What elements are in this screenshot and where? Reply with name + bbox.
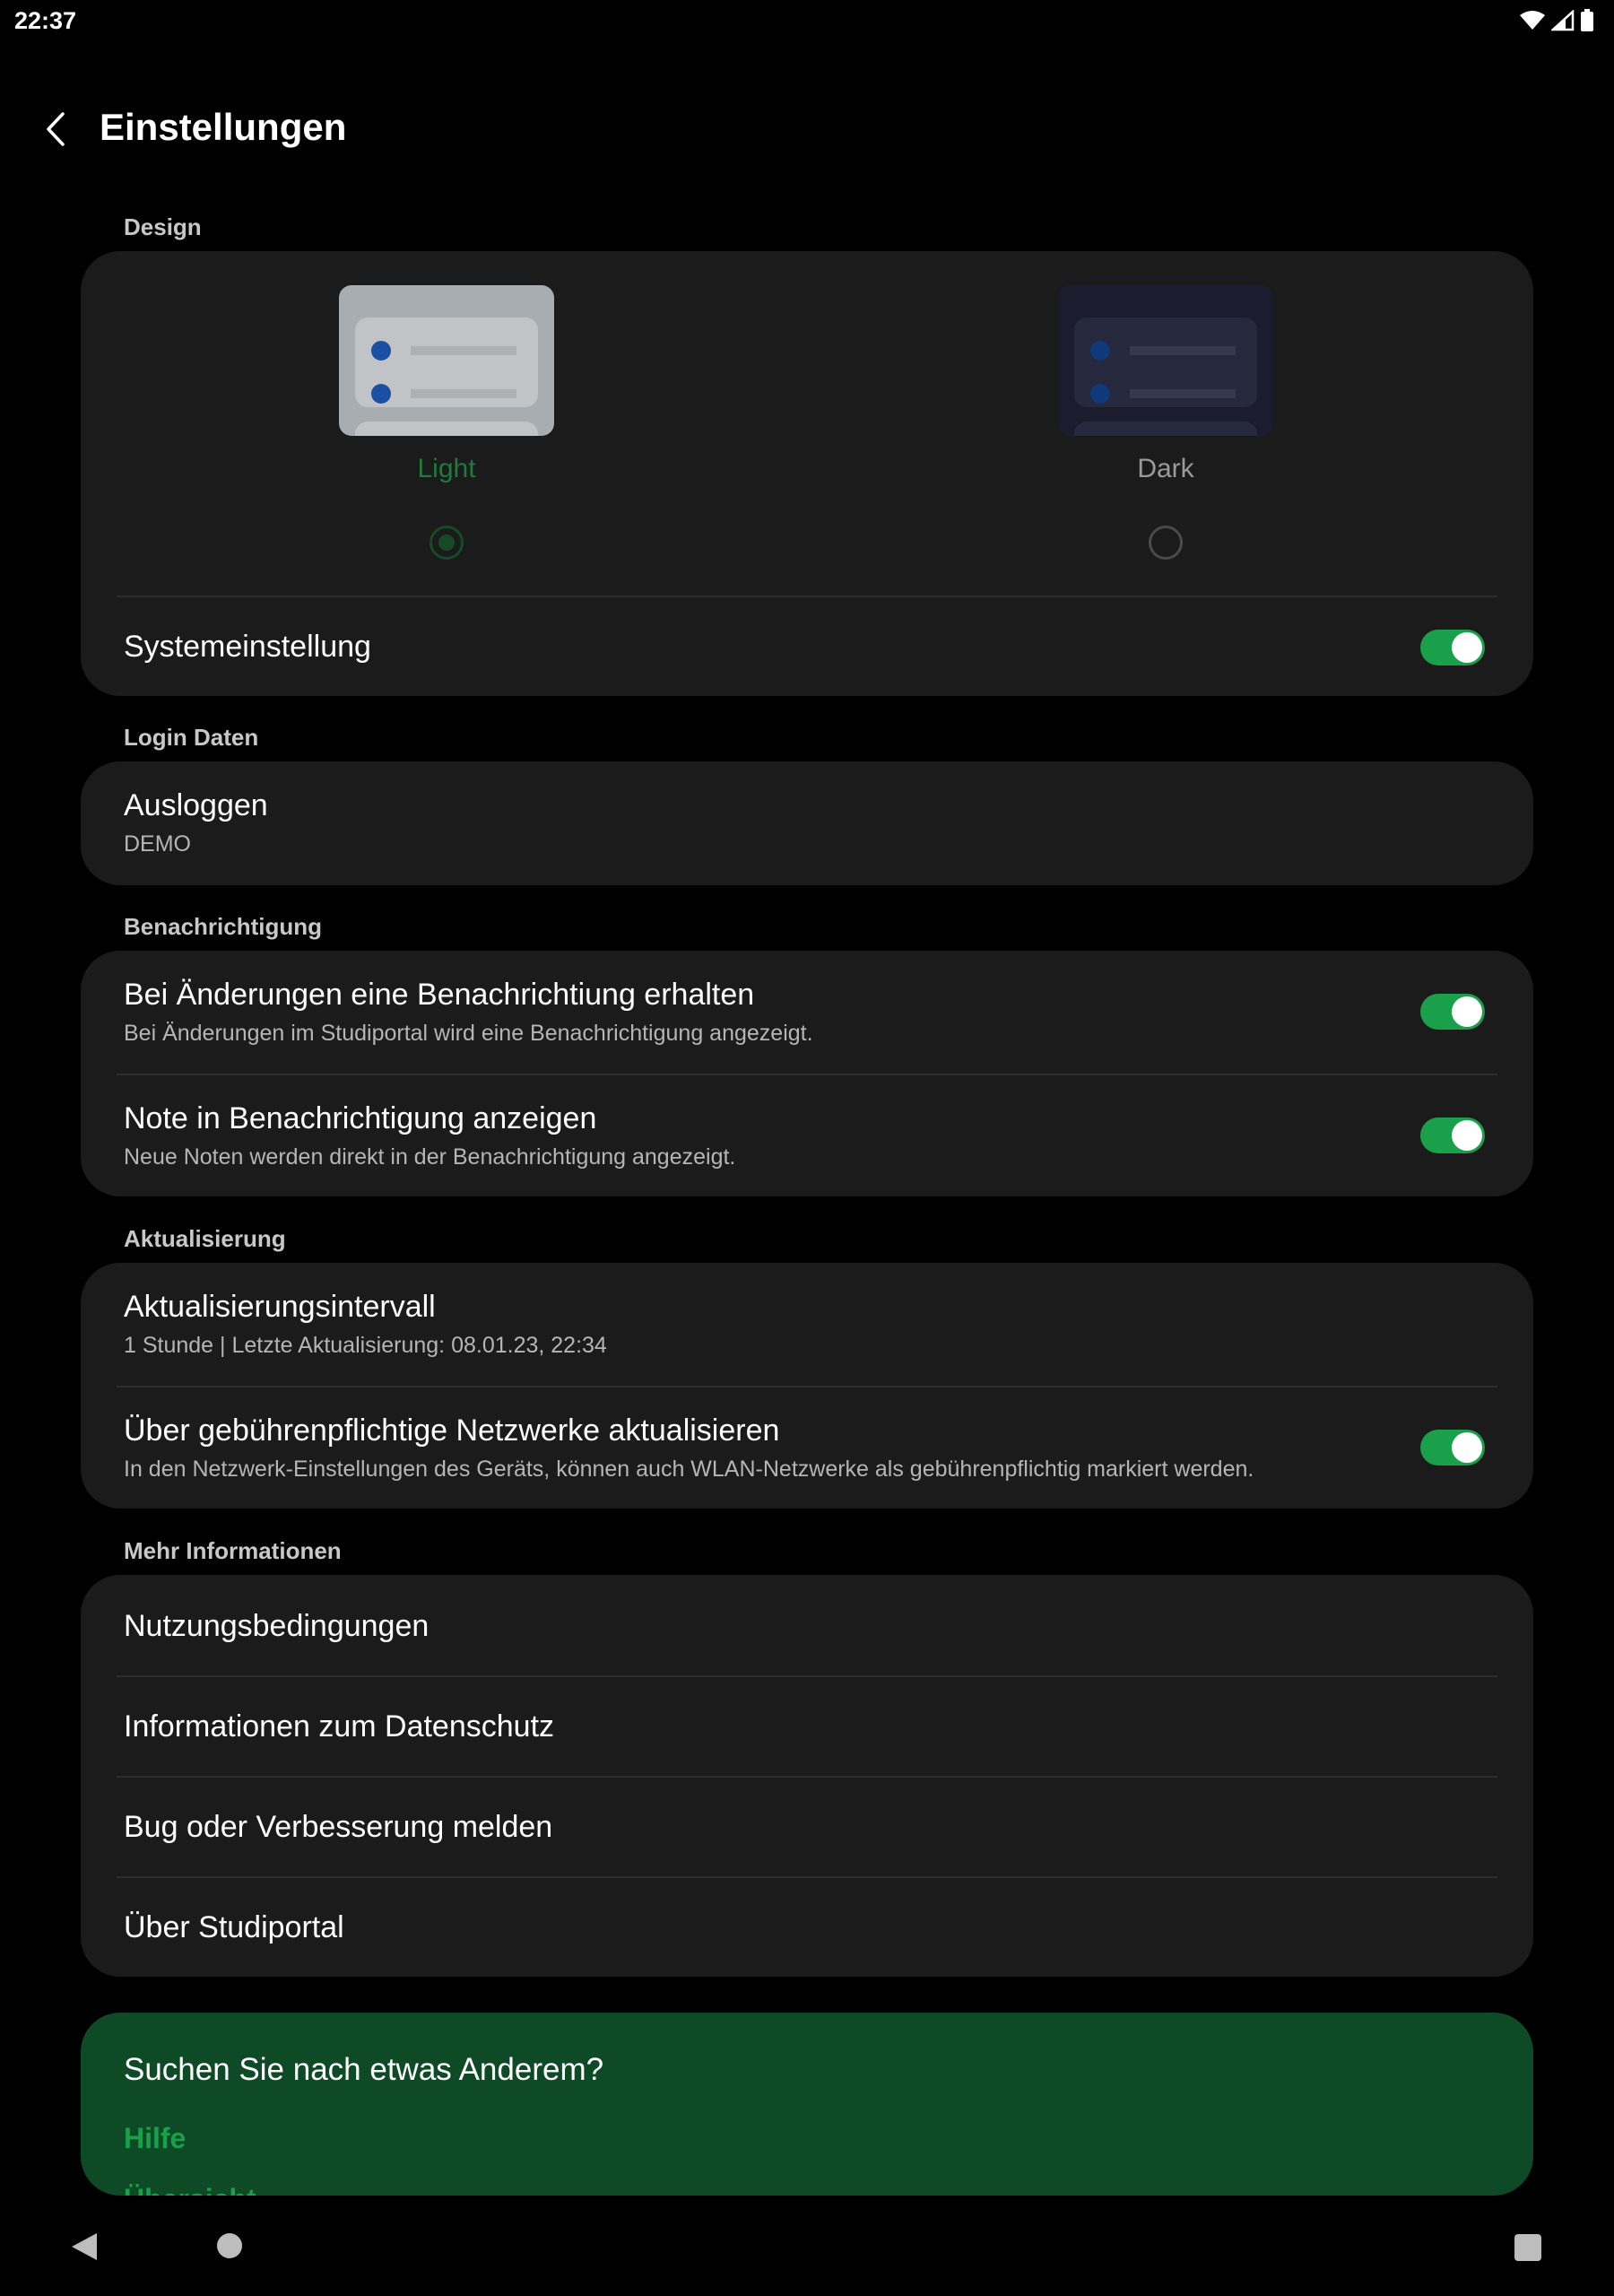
notifications-card: Bei Änderungen eine Benachrichtiung erha… (81, 951, 1533, 1196)
system-setting-row[interactable]: Systemeinstellung (81, 599, 1533, 696)
about-label: Über Studiportal (124, 1910, 344, 1944)
divider (117, 596, 1497, 597)
privacy-row[interactable]: Informationen zum Datenschutz (81, 1675, 1533, 1776)
update-interval-title: Aktualisierungsintervall (124, 1290, 436, 1324)
design-card: Light Dark Systemeinstellung (81, 251, 1533, 696)
dark-theme-label[interactable]: Dark (1058, 454, 1273, 484)
about-row[interactable]: Über Studiportal (81, 1876, 1533, 1977)
notification-changes-subtitle: Bei Änderungen im Studiportal wird eine … (124, 1021, 813, 1046)
logout-title: Ausloggen (124, 788, 268, 822)
help-link[interactable]: Hilfe (124, 2122, 186, 2155)
more-info-card: Nutzungsbedingungen Informationen zum Da… (81, 1575, 1533, 1977)
dark-theme-radio[interactable] (1149, 526, 1183, 560)
terms-of-use-label: Nutzungsbedingungen (124, 1609, 430, 1643)
nav-back-icon[interactable] (70, 2231, 99, 2262)
notification-changes-row[interactable]: Bei Änderungen eine Benachrichtiung erha… (81, 951, 1533, 1074)
notification-grades-title: Note in Benachrichtigung anzeigen (124, 1101, 597, 1135)
logout-subtitle: DEMO (124, 831, 191, 857)
help-promo-title: Suchen Sie nach etwas Anderem? (124, 2052, 604, 2087)
nav-recents-icon[interactable] (1514, 2233, 1542, 2262)
report-bug-row[interactable]: Bug oder Verbesserung melden (81, 1776, 1533, 1876)
nav-home-icon[interactable] (215, 2231, 244, 2260)
help-promo-card: Suchen Sie nach etwas Anderem? Hilfe Übe… (81, 2013, 1533, 2196)
chevron-left-icon (47, 112, 65, 146)
page-title: Einstellungen (100, 106, 347, 148)
light-theme-thumbnail[interactable] (339, 285, 554, 436)
section-title-design: Design (124, 213, 202, 240)
status-time: 22:37 (14, 7, 77, 34)
logout-row[interactable]: Ausloggen DEMO (81, 761, 1533, 885)
update-card: Aktualisierungsintervall 1 Stunde | Letz… (81, 1263, 1533, 1509)
notification-grades-toggle[interactable] (1420, 1118, 1485, 1153)
signal-icon (1551, 10, 1575, 31)
update-interval-row[interactable]: Aktualisierungsintervall 1 Stunde | Letz… (81, 1263, 1533, 1386)
metered-network-toggle[interactable] (1420, 1430, 1485, 1465)
wifi-icon (1520, 11, 1545, 30)
notification-grades-subtitle: Neue Noten werden direkt in der Benachri… (124, 1144, 736, 1170)
back-button[interactable] (36, 99, 75, 160)
notification-changes-title: Bei Änderungen eine Benachrichtiung erha… (124, 978, 755, 1012)
notification-changes-toggle[interactable] (1420, 994, 1485, 1030)
login-card: Ausloggen DEMO (81, 761, 1533, 885)
terms-of-use-row[interactable]: Nutzungsbedingungen (81, 1575, 1533, 1675)
section-title-more-info: Mehr Informationen (124, 1537, 342, 1564)
metered-network-title: Über gebührenpflichtige Netzwerke aktual… (124, 1413, 780, 1448)
light-theme-radio[interactable] (430, 526, 464, 560)
privacy-label: Informationen zum Datenschutz (124, 1709, 555, 1744)
light-theme-label[interactable]: Light (339, 454, 554, 484)
section-title-notifications: Benachrichtigung (124, 913, 323, 940)
dark-theme-thumbnail[interactable] (1058, 285, 1273, 436)
notification-grades-row[interactable]: Note in Benachrichtigung anzeigen Neue N… (81, 1074, 1533, 1196)
overview-link[interactable]: Übersicht (124, 2183, 256, 2196)
section-title-update: Aktualisierung (124, 1225, 286, 1252)
system-setting-toggle[interactable] (1420, 630, 1485, 665)
section-title-login: Login Daten (124, 724, 259, 751)
metered-network-subtitle: In den Netzwerk-Einstellungen des Geräts… (124, 1457, 1254, 1482)
status-icons (1519, 9, 1594, 32)
update-interval-subtitle: 1 Stunde | Letzte Aktualisierung: 08.01.… (124, 1333, 607, 1358)
battery-icon (1581, 9, 1593, 31)
metered-network-row[interactable]: Über gebührenpflichtige Netzwerke aktual… (81, 1387, 1533, 1509)
report-bug-label: Bug oder Verbesserung melden (124, 1810, 553, 1844)
navigation-bar (0, 2196, 1614, 2296)
system-setting-label: Systemeinstellung (124, 630, 371, 664)
